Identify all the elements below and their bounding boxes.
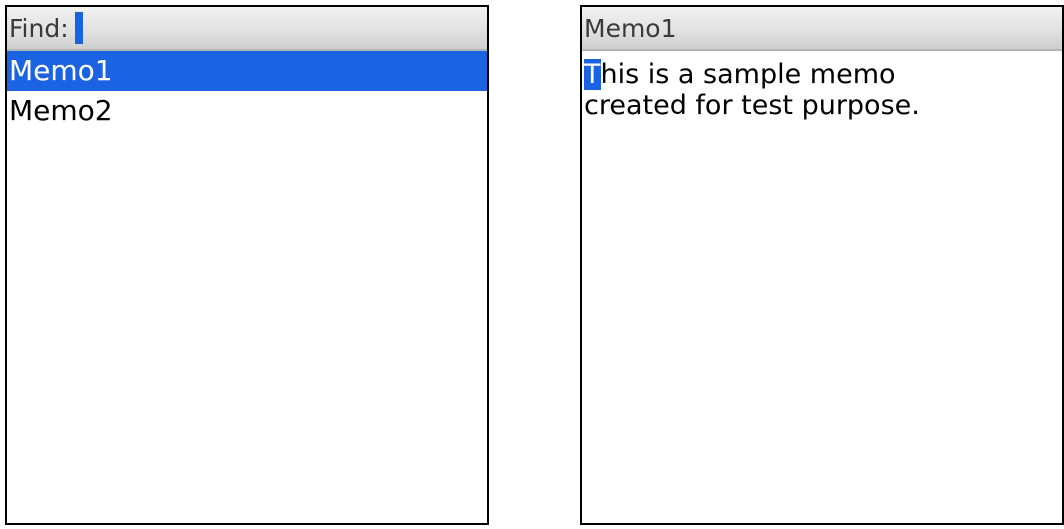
find-field-container[interactable]: Find:	[9, 7, 487, 49]
memo-list-screen: Find: Memo1 Memo2	[5, 5, 489, 525]
memo-text-area[interactable]: This is a sample memo created for test p…	[582, 51, 1062, 121]
list-item-memo1[interactable]: Memo1	[7, 51, 487, 91]
find-input-cursor[interactable]	[74, 12, 83, 44]
find-label: Find:	[9, 13, 69, 43]
find-bar: Find:	[7, 7, 487, 51]
text-cursor: T	[584, 59, 601, 90]
memo-list: Memo1 Memo2	[7, 51, 487, 131]
memo-line-1-text: his is a sample memo	[600, 59, 896, 90]
memo-line-2: created for test purpose.	[584, 90, 920, 121]
memo-title-bar: Memo1	[582, 7, 1062, 51]
memo-line-1: This is a sample memo	[584, 59, 1062, 90]
memo-title: Memo1	[584, 13, 677, 43]
memo-edit-screen: Memo1 This is a sample memo created for …	[580, 5, 1064, 525]
list-item-memo2[interactable]: Memo2	[7, 91, 487, 131]
